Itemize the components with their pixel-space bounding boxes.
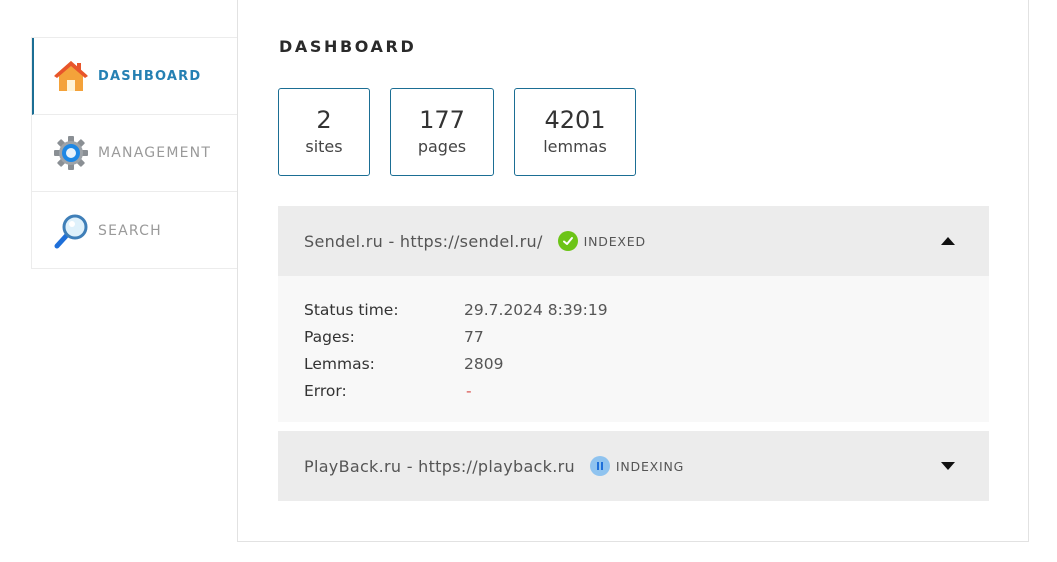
site-card-sendel: Sendel.ru - https://sendel.ru/ INDEXED S… xyxy=(278,206,989,422)
pause-icon xyxy=(589,456,610,476)
status-badge: INDEXED xyxy=(557,231,646,251)
detail-label: Lemmas: xyxy=(304,354,375,373)
detail-value: - xyxy=(466,381,472,400)
page-title: DASHBOARD xyxy=(279,37,417,56)
sidebar: DASHBOARD MANAGEMENT SEARCH xyxy=(31,37,237,269)
stat-pages: 177 pages xyxy=(390,88,494,176)
home-icon xyxy=(52,57,90,95)
collapse-toggle[interactable] xyxy=(939,206,957,276)
stat-value: 2 xyxy=(316,106,332,134)
sidebar-item-dashboard[interactable]: DASHBOARD xyxy=(32,38,237,115)
stat-label: lemmas xyxy=(543,137,607,156)
sidebar-item-label: MANAGEMENT xyxy=(98,145,212,161)
detail-row-pages: Pages: 77 xyxy=(304,323,963,350)
site-name: Sendel.ru - https://sendel.ru/ xyxy=(304,231,543,251)
check-icon xyxy=(557,231,578,251)
site-header[interactable]: PlayBack.ru - https://playback.ru INDEXI… xyxy=(278,431,989,501)
sidebar-item-label: DASHBOARD xyxy=(98,68,202,84)
status-text: INDEXING xyxy=(615,458,685,474)
detail-label: Error: xyxy=(304,381,347,400)
chevron-up-icon xyxy=(941,237,955,245)
detail-row-lemmas: Lemmas: 2809 xyxy=(304,350,963,377)
status-badge: INDEXING xyxy=(589,456,685,476)
detail-row-error: Error: - xyxy=(304,377,963,404)
stat-label: sites xyxy=(305,137,343,156)
detail-label: Pages: xyxy=(304,327,355,346)
stat-sites: 2 sites xyxy=(278,88,370,176)
stat-label: pages xyxy=(417,137,467,156)
site-name: PlayBack.ru - https://playback.ru xyxy=(304,456,575,476)
sidebar-item-search[interactable]: SEARCH xyxy=(32,192,237,269)
gear-icon xyxy=(52,134,90,172)
status-text: INDEXED xyxy=(583,233,646,249)
detail-value: 2809 xyxy=(464,354,504,373)
stat-value: 177 xyxy=(419,106,465,134)
detail-value: 29.7.2024 8:39:19 xyxy=(464,300,608,319)
stats-row: 2 sites 177 pages 4201 lemmas xyxy=(278,88,656,176)
site-header[interactable]: Sendel.ru - https://sendel.ru/ INDEXED xyxy=(278,206,989,276)
stat-value: 4201 xyxy=(544,106,606,134)
site-card-playback: PlayBack.ru - https://playback.ru INDEXI… xyxy=(278,431,989,501)
detail-row-status-time: Status time: 29.7.2024 8:39:19 xyxy=(304,296,963,323)
main-panel: DASHBOARD 2 sites 177 pages 4201 lemmas … xyxy=(237,0,1029,542)
chevron-down-icon xyxy=(941,462,955,470)
site-details: Status time: 29.7.2024 8:39:19 Pages: 77… xyxy=(278,276,989,422)
expand-toggle[interactable] xyxy=(939,431,957,501)
sidebar-item-label: SEARCH xyxy=(98,222,162,239)
magnifier-icon xyxy=(52,212,90,250)
detail-value: 77 xyxy=(464,327,484,346)
stat-lemmas: 4201 lemmas xyxy=(514,88,636,176)
detail-label: Status time: xyxy=(304,300,399,319)
sidebar-item-management[interactable]: MANAGEMENT xyxy=(32,115,237,192)
